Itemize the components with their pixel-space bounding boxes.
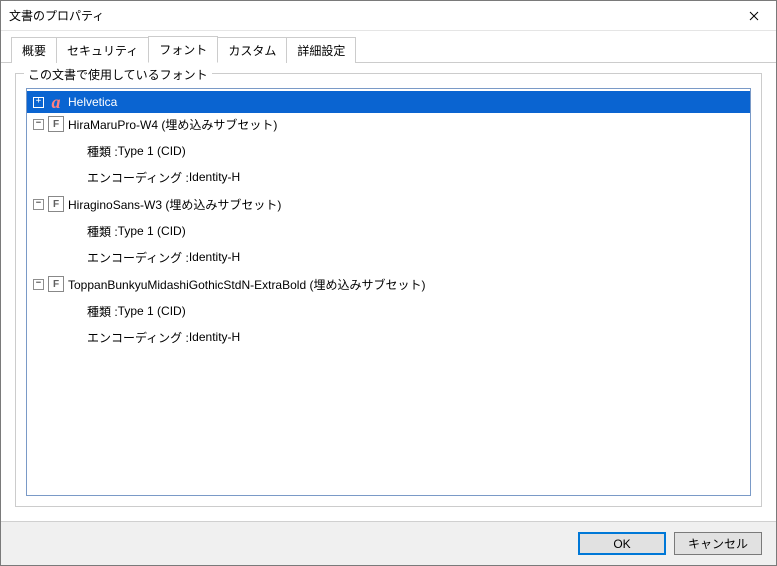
tabstrip: 概要 セキュリティ フォント カスタム 詳細設定 xyxy=(1,31,776,63)
expander-icon[interactable]: − xyxy=(33,199,44,210)
close-button[interactable] xyxy=(731,1,776,31)
font-type-line: 種類 : Type 1 (CID) xyxy=(27,141,750,161)
cancel-button[interactable]: キャンセル xyxy=(674,532,762,555)
font-name-label: Helvetica xyxy=(68,95,117,109)
tab-advanced[interactable]: 詳細設定 xyxy=(286,37,356,63)
tab-overview[interactable]: 概要 xyxy=(11,37,57,63)
fonts-tree[interactable]: + a Helvetica − F HiraMaruPro-W4 (埋め込みサブ… xyxy=(26,88,751,496)
tree-row[interactable]: − F ToppanBunkyuMidashiGothicStdN-ExtraB… xyxy=(27,273,750,295)
font-encoding-line: エンコーディング : Identity-H xyxy=(27,247,750,267)
font-type-line: 種類 : Type 1 (CID) xyxy=(27,221,750,241)
expander-icon[interactable]: − xyxy=(33,119,44,130)
font-name-label: HiraMaruPro-W4 (埋め込みサブセット) xyxy=(68,116,277,133)
fonts-groupbox: この文書で使用しているフォント + a Helvetica − F HiraMa… xyxy=(15,73,762,507)
font-type-a-icon: a xyxy=(48,94,64,110)
ok-button[interactable]: OK xyxy=(578,532,666,555)
expander-icon[interactable]: − xyxy=(33,279,44,290)
font-type-f-icon: F xyxy=(48,196,64,212)
font-encoding-line: エンコーディング : Identity-H xyxy=(27,327,750,347)
font-type-line: 種類 : Type 1 (CID) xyxy=(27,301,750,321)
groupbox-legend: この文書で使用しているフォント xyxy=(24,66,212,83)
tree-row[interactable]: − F HiraMaruPro-W4 (埋め込みサブセット) xyxy=(27,113,750,135)
font-name-label: HiraginoSans-W3 (埋め込みサブセット) xyxy=(68,196,281,213)
titlebar: 文書のプロパティ xyxy=(1,1,776,31)
font-name-label: ToppanBunkyuMidashiGothicStdN-ExtraBold … xyxy=(68,276,425,293)
font-encoding-line: エンコーディング : Identity-H xyxy=(27,167,750,187)
close-icon xyxy=(749,11,759,21)
tree-row[interactable]: − F HiraginoSans-W3 (埋め込みサブセット) xyxy=(27,193,750,215)
expander-icon[interactable]: + xyxy=(33,97,44,108)
dialog-footer: OK キャンセル xyxy=(1,521,776,565)
tabpage-fonts: この文書で使用しているフォント + a Helvetica − F HiraMa… xyxy=(1,63,776,521)
window-title: 文書のプロパティ xyxy=(9,7,731,24)
tab-custom[interactable]: カスタム xyxy=(217,37,287,63)
tree-row[interactable]: + a Helvetica xyxy=(27,91,750,113)
tab-fonts[interactable]: フォント xyxy=(148,36,218,63)
dialog-window: 文書のプロパティ 概要 セキュリティ フォント カスタム 詳細設定 この文書で使… xyxy=(0,0,777,566)
tab-security[interactable]: セキュリティ xyxy=(56,37,149,63)
font-type-f-icon: F xyxy=(48,276,64,292)
font-type-f-icon: F xyxy=(48,116,64,132)
